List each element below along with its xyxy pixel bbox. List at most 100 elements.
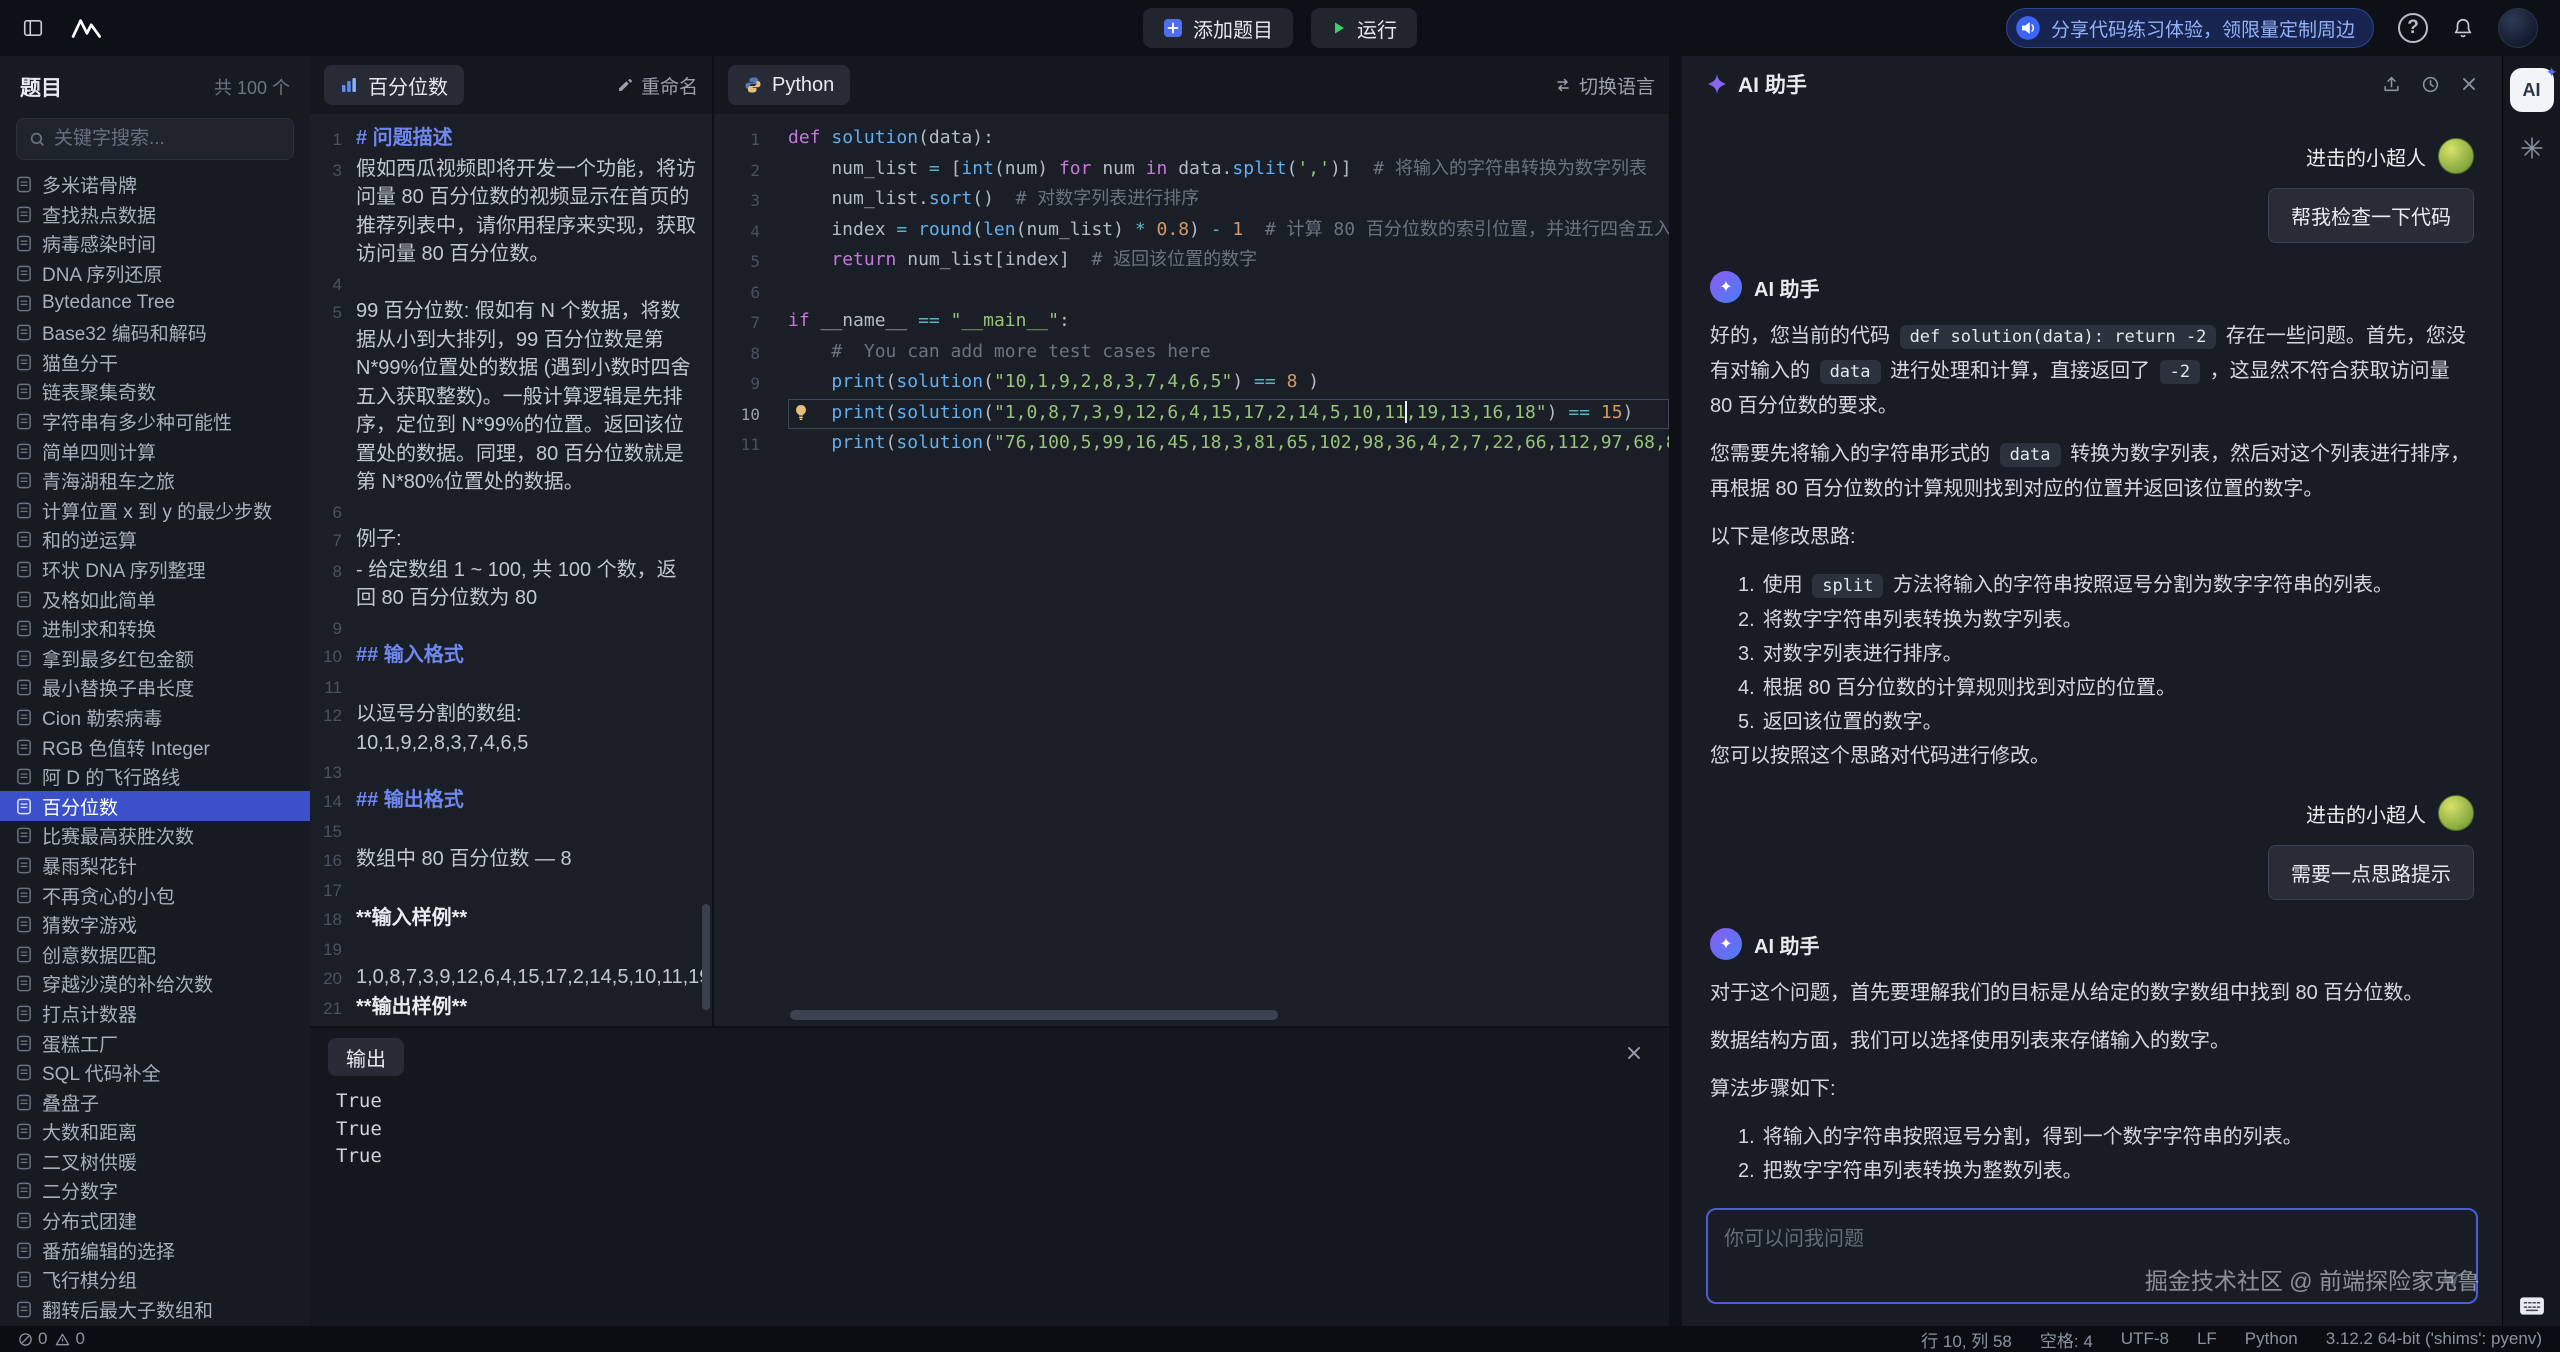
history-icon[interactable] bbox=[2421, 75, 2440, 94]
search-input[interactable] bbox=[54, 128, 281, 150]
output-close-icon[interactable] bbox=[1625, 1044, 1643, 1062]
send-icon[interactable] bbox=[2438, 1268, 2462, 1292]
language-mode[interactable]: Python bbox=[2245, 1329, 2298, 1349]
sidebar-item[interactable]: 计算位置 x 到 y 的最少步数 bbox=[0, 496, 310, 526]
ai-assistant-button[interactable]: AI ✦ bbox=[2510, 68, 2554, 112]
sidebar-item[interactable]: 蛋糕工厂 bbox=[0, 1028, 310, 1058]
snowflake-icon[interactable] bbox=[2520, 136, 2544, 160]
description-scrollbar[interactable] bbox=[702, 904, 710, 1010]
sidebar-item[interactable]: 分布式团建 bbox=[0, 1206, 310, 1236]
code-line[interactable]: 5 return num_list[index] # 返回该位置的数字 bbox=[714, 246, 1669, 277]
keyboard-icon[interactable] bbox=[2519, 1296, 2545, 1316]
code-line[interactable]: 7if __name__ == "__main__": bbox=[714, 307, 1669, 338]
help-icon[interactable]: ? bbox=[2398, 13, 2428, 43]
sidebar-item[interactable]: 猜数字游戏 bbox=[0, 910, 310, 940]
sidebar-item[interactable]: 不再贪心的小包 bbox=[0, 880, 310, 910]
sidebar-item[interactable]: 拿到最多红包金额 bbox=[0, 644, 310, 674]
sidebar-item[interactable]: 字符串有多少种可能性 bbox=[0, 407, 310, 437]
description-line: 21**输出样例** bbox=[310, 993, 712, 1024]
ai-chat-history[interactable]: 进击的小超人帮我检查一下代码✦AI 助手好的，您当前的代码 def soluti… bbox=[1682, 112, 2502, 1194]
description-body[interactable]: 1# 问题描述3假如西瓜视频即将开发一个功能，将访问量 80 百分位数的视频显示… bbox=[310, 114, 712, 1026]
sidebar-item[interactable]: 二叉树供暖 bbox=[0, 1147, 310, 1177]
sparkle-icon bbox=[1706, 73, 1728, 95]
sidebar-item[interactable]: 叠盘子 bbox=[0, 1087, 310, 1117]
sidebar-item[interactable]: 及格如此简单 bbox=[0, 584, 310, 614]
sidebar-item-label: DNA 序列还原 bbox=[42, 260, 162, 287]
bell-icon[interactable] bbox=[2452, 17, 2474, 39]
sidebar-item[interactable]: 大数和距离 bbox=[0, 1117, 310, 1147]
switch-language-button[interactable]: 切换语言 bbox=[1555, 72, 1655, 99]
sidebar-item[interactable]: 猫鱼分干 bbox=[0, 348, 310, 378]
ai-input-field[interactable] bbox=[1708, 1210, 2476, 1302]
tab-python[interactable]: Python bbox=[728, 65, 850, 105]
line-number: 12 bbox=[310, 700, 356, 757]
cursor-position[interactable]: 行 10, 列 58 bbox=[1921, 1327, 2012, 1352]
warning-count[interactable]: 0 bbox=[55, 1329, 84, 1349]
sidebar-item[interactable]: 多米诺骨牌 bbox=[0, 170, 310, 200]
sidebar-item[interactable]: 最小替换子串长度 bbox=[0, 673, 310, 703]
code-line[interactable]: 8 # You can add more test cases here bbox=[714, 338, 1669, 369]
encoding[interactable]: UTF-8 bbox=[2121, 1329, 2169, 1349]
code-text: index = round(len(num_list) * 0.8) - 1 #… bbox=[788, 216, 1669, 247]
code-line[interactable]: 4 index = round(len(num_list) * 0.8) - 1… bbox=[714, 216, 1669, 247]
sidebar-item[interactable]: Cion 勒索病毒 bbox=[0, 703, 310, 733]
sidebar-item[interactable]: 二分数字 bbox=[0, 1176, 310, 1206]
sidebar-item[interactable]: 暴雨梨花针 bbox=[0, 851, 310, 881]
search-box[interactable] bbox=[16, 118, 294, 160]
error-count[interactable]: 0 bbox=[18, 1329, 47, 1349]
sidebar-item[interactable]: Base32 编码和解码 bbox=[0, 318, 310, 348]
sidebar-item[interactable]: 飞行棋分组 bbox=[0, 1265, 310, 1295]
sidebar-item[interactable]: 病毒感染时间 bbox=[0, 229, 310, 259]
code-line[interactable]: 9 print(solution("10,1,9,2,8,3,7,4,6,5")… bbox=[714, 368, 1669, 399]
export-icon[interactable] bbox=[2382, 75, 2401, 94]
sidebar-item[interactable]: 进制求和转换 bbox=[0, 614, 310, 644]
sidebar-item[interactable]: 和的逆运算 bbox=[0, 525, 310, 555]
code-line[interactable]: 6 bbox=[714, 277, 1669, 308]
sidebar-item[interactable]: 青海湖租车之旅 bbox=[0, 466, 310, 496]
eol-sequence[interactable]: LF bbox=[2197, 1329, 2217, 1349]
sidebar-item[interactable]: 百分位数 bbox=[0, 791, 310, 821]
sidebar-toggle-icon[interactable] bbox=[22, 17, 44, 39]
topbar-avatar[interactable] bbox=[2498, 8, 2538, 48]
sidebar-item[interactable]: 比赛最高获胜次数 bbox=[0, 821, 310, 851]
sidebar-item[interactable]: 翻转后最大子数组和 bbox=[0, 1295, 310, 1325]
sidebar-item[interactable]: RGB 色值转 Integer bbox=[0, 732, 310, 762]
code-line[interactable]: 1def solution(data): bbox=[714, 124, 1669, 155]
sidebar-item[interactable]: Bytedance Tree bbox=[0, 288, 310, 318]
tab-problem[interactable]: 百分位数 bbox=[324, 65, 464, 105]
user-message-bubble[interactable]: 帮我检查一下代码 bbox=[2268, 188, 2474, 243]
sidebar-item[interactable]: 环状 DNA 序列整理 bbox=[0, 555, 310, 585]
user-message-bubble[interactable]: 需要一点思路提示 bbox=[2268, 845, 2474, 900]
ai-close-icon[interactable] bbox=[2460, 75, 2478, 93]
add-problem-button[interactable]: 添加题目 bbox=[1143, 8, 1293, 48]
lightbulb-icon[interactable] bbox=[792, 403, 810, 421]
sidebar-item[interactable]: 链表聚集奇数 bbox=[0, 377, 310, 407]
sidebar-item-label: 环状 DNA 序列整理 bbox=[42, 556, 206, 583]
sidebar-item[interactable]: SQL 代码补全 bbox=[0, 1058, 310, 1088]
problem-count: 共 100 个 bbox=[214, 74, 290, 100]
sidebar-item[interactable]: 创意数据匹配 bbox=[0, 939, 310, 969]
document-icon bbox=[16, 679, 32, 696]
sidebar-item[interactable]: 番茄编辑的选择 bbox=[0, 1235, 310, 1265]
run-button[interactable]: 运行 bbox=[1311, 8, 1417, 48]
code-line[interactable]: 11 print(solution("76,100,5,99,16,45,18,… bbox=[714, 429, 1669, 460]
line-number: 15 bbox=[310, 816, 356, 845]
code-editor[interactable]: 1def solution(data):2 num_list = [int(nu… bbox=[714, 114, 1669, 1026]
editor-horizontal-scrollbar[interactable] bbox=[790, 1010, 1278, 1020]
promo-banner[interactable]: 分享代码练习体验，领限量定制周边 bbox=[2006, 8, 2374, 48]
rename-button[interactable]: 重命名 bbox=[617, 72, 698, 99]
indentation[interactable]: 空格: 4 bbox=[2040, 1327, 2093, 1352]
code-line[interactable]: 3 num_list.sort() # 对数字列表进行排序 bbox=[714, 185, 1669, 216]
sidebar-item[interactable]: 简单四则计算 bbox=[0, 436, 310, 466]
ai-list-item: 4.根据 80 百分位数的计算规则找到对应的位置。 bbox=[1710, 671, 2474, 705]
sidebar-item[interactable]: 打点计数器 bbox=[0, 999, 310, 1029]
sidebar-item[interactable]: 阿 D 的飞行路线 bbox=[0, 762, 310, 792]
sidebar-item-label: 番茄编辑的选择 bbox=[42, 1237, 175, 1264]
tab-output[interactable]: 输出 bbox=[328, 1038, 404, 1076]
sidebar-item[interactable]: 穿越沙漠的补给次数 bbox=[0, 969, 310, 999]
python-runtime[interactable]: 3.12.2 64-bit ('shims': pyenv) bbox=[2326, 1329, 2542, 1349]
sidebar-item[interactable]: 查找热点数据 bbox=[0, 200, 310, 230]
code-line[interactable]: 10 print(solution("1,0,8,7,3,9,12,6,4,15… bbox=[714, 399, 1669, 430]
sidebar-item[interactable]: DNA 序列还原 bbox=[0, 259, 310, 289]
code-line[interactable]: 2 num_list = [int(num) for num in data.s… bbox=[714, 155, 1669, 186]
